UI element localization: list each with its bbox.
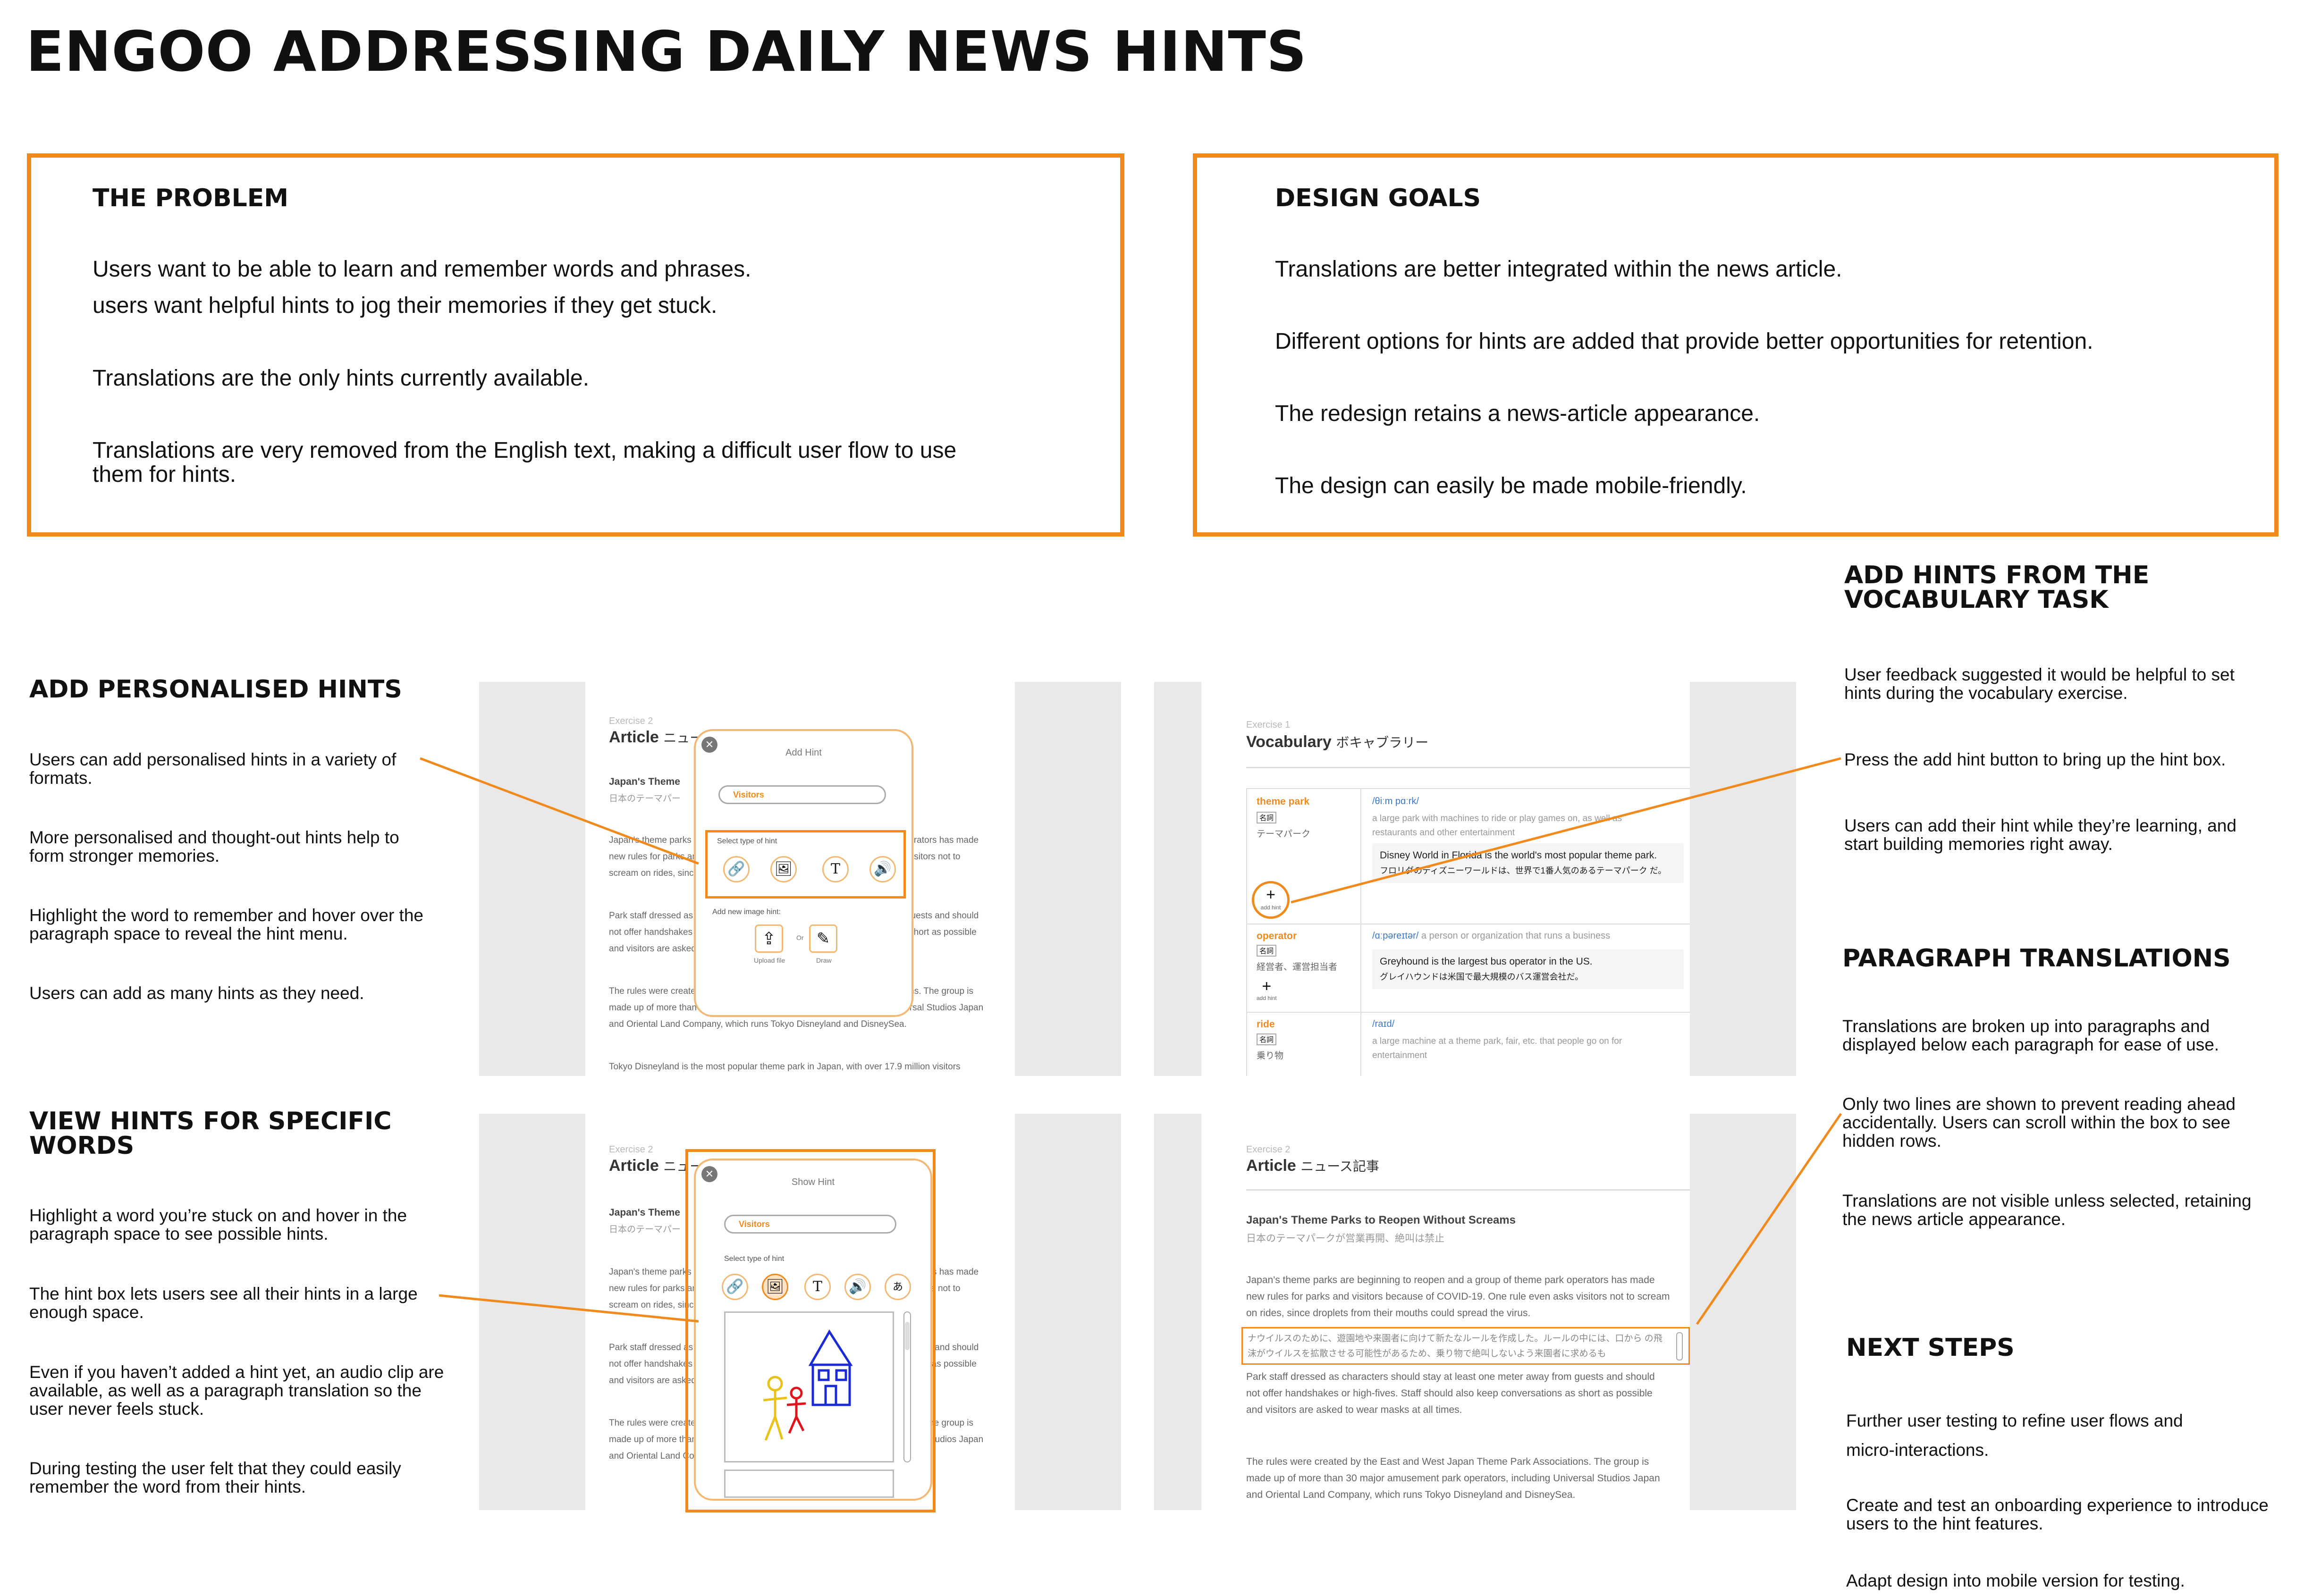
callout-lines	[420, 757, 1842, 1325]
